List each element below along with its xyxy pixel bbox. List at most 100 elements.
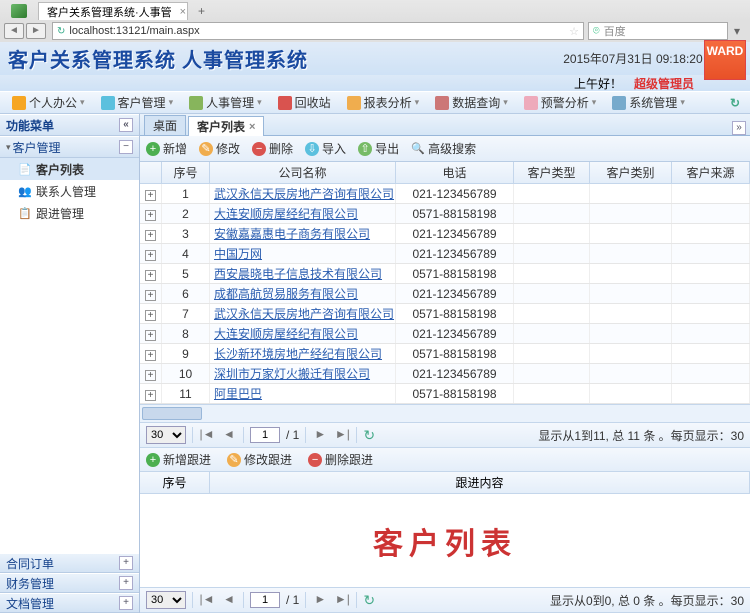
ward-badge[interactable]: WARD (704, 40, 746, 80)
sidebar-group-customer[interactable]: ▾ 客户管理 − (0, 136, 139, 158)
row-expand-icon[interactable]: + (145, 270, 156, 281)
expand-icon[interactable]: + (119, 596, 133, 610)
back-button[interactable]: ◄ (4, 23, 24, 39)
row-expand-icon[interactable]: + (145, 310, 156, 321)
refresh-icon[interactable]: ↻ (730, 96, 744, 110)
follow-add-button[interactable]: +新增跟进 (146, 451, 211, 468)
last-page-icon[interactable]: ►| (334, 427, 350, 443)
company-link[interactable]: 深圳市万家灯火搬迁有限公司 (214, 367, 370, 381)
sidebar-item[interactable]: 👥联系人管理 (0, 180, 139, 202)
menu-alert[interactable]: 预警分析▾ (518, 93, 603, 113)
sidebar-accordion-item[interactable]: 文档管理+ (0, 593, 139, 613)
import-button[interactable]: ⇩导入 (305, 140, 346, 157)
close-tab-icon[interactable]: × (249, 121, 255, 133)
col-company[interactable]: 公司名称 (210, 162, 396, 183)
table-row[interactable]: +11阿里巴巴0571-88158198 (140, 384, 750, 404)
collapse-left-icon[interactable]: « (119, 118, 133, 132)
table-row[interactable]: +1武汉永信天辰房地产咨询有限公司021-123456789 (140, 184, 750, 204)
tree-collapse-icon[interactable]: ▾ (6, 142, 11, 153)
follow-col-seq[interactable]: 序号 (140, 472, 210, 493)
menu-recycle[interactable]: 回收站 (272, 93, 337, 113)
next-page-icon[interactable]: ► (312, 592, 328, 608)
company-link[interactable]: 阿里巴巴 (214, 387, 262, 401)
company-link[interactable]: 大连安顺房屋经纪有限公司 (214, 207, 358, 221)
expand-icon[interactable]: + (119, 576, 133, 590)
sidebar-item[interactable]: 📋跟进管理 (0, 202, 139, 224)
menu-customer[interactable]: 客户管理▾ (95, 93, 180, 113)
new-tab-button[interactable]: + (192, 4, 211, 18)
sidebar-accordion-item[interactable]: 财务管理+ (0, 573, 139, 593)
company-link[interactable]: 武汉永信天辰房地产咨询有限公司 (214, 187, 394, 201)
company-link[interactable]: 武汉永信天辰房地产咨询有限公司 (214, 307, 394, 321)
row-expand-icon[interactable]: + (145, 370, 156, 381)
company-link[interactable]: 大连安顺房屋经纪有限公司 (214, 327, 358, 341)
browser-tab[interactable]: 客户关系管理系统·人事管 × (38, 2, 188, 20)
add-button[interactable]: +新增 (146, 140, 187, 157)
col-type[interactable]: 客户类型 (514, 162, 590, 183)
tab-customer-list[interactable]: 客户列表× (188, 116, 264, 136)
last-page-icon[interactable]: ►| (334, 592, 350, 608)
row-expand-icon[interactable]: + (145, 230, 156, 241)
company-link[interactable]: 西安晨晓电子信息技术有限公司 (214, 267, 382, 281)
first-page-icon[interactable]: |◄ (199, 427, 215, 443)
edit-button[interactable]: ✎修改 (199, 140, 240, 157)
col-source[interactable]: 客户来源 (672, 162, 750, 183)
next-page-icon[interactable]: ► (312, 427, 328, 443)
table-row[interactable]: +4中国万网021-123456789 (140, 244, 750, 264)
tab-desktop[interactable]: 桌面 (144, 115, 186, 135)
row-expand-icon[interactable]: + (145, 330, 156, 341)
follow-col-content[interactable]: 跟进内容 (210, 472, 750, 493)
browser-menu-icon[interactable]: ▾ (728, 24, 746, 38)
row-expand-icon[interactable]: + (145, 350, 156, 361)
sidebar-item[interactable]: 📄客户列表 (0, 158, 139, 180)
current-user[interactable]: 超级管理员 (634, 75, 694, 92)
table-row[interactable]: +5西安晨晓电子信息技术有限公司0571-88158198 (140, 264, 750, 284)
follow-edit-button[interactable]: ✎修改跟进 (227, 451, 292, 468)
address-bar[interactable]: ↻ localhost:13121/main.aspx ☆ (52, 22, 584, 40)
adv-search-button[interactable]: 🔍高级搜索 (411, 140, 476, 157)
row-expand-icon[interactable]: + (145, 250, 156, 261)
page-size-select[interactable]: 30 (146, 591, 186, 609)
refresh-icon[interactable]: ↻ (363, 592, 375, 609)
first-page-icon[interactable]: |◄ (199, 592, 215, 608)
table-row[interactable]: +9长沙新环境房地产经纪有限公司0571-88158198 (140, 344, 750, 364)
row-expand-icon[interactable]: + (145, 190, 156, 201)
expand-icon[interactable]: + (119, 556, 133, 570)
prev-page-icon[interactable]: ◄ (221, 592, 237, 608)
company-link[interactable]: 安徽嘉嘉惠电子商务有限公司 (214, 227, 370, 241)
menu-query[interactable]: 数据查询▾ (429, 93, 514, 113)
table-row[interactable]: +2大连安顺房屋经纪有限公司0571-88158198 (140, 204, 750, 224)
row-expand-icon[interactable]: + (145, 210, 156, 221)
company-link[interactable]: 成都高航贸易服务有限公司 (214, 287, 358, 301)
sidebar-accordion-item[interactable]: 合同订单+ (0, 553, 139, 573)
forward-button[interactable]: ► (26, 23, 46, 39)
table-row[interactable]: +10深圳市万家灯火搬迁有限公司021-123456789 (140, 364, 750, 384)
table-row[interactable]: +7武汉永信天辰房地产咨询有限公司0571-88158198 (140, 304, 750, 324)
row-expand-icon[interactable]: + (145, 290, 156, 301)
company-link[interactable]: 长沙新环境房地产经纪有限公司 (214, 347, 382, 361)
group-collapse-icon[interactable]: − (119, 140, 133, 154)
menu-report[interactable]: 报表分析▾ (341, 93, 426, 113)
row-expand-icon[interactable]: + (145, 390, 156, 401)
table-row[interactable]: +3安徽嘉嘉惠电子商务有限公司021-123456789 (140, 224, 750, 244)
menu-system[interactable]: 系统管理▾ (606, 93, 691, 113)
menu-personal[interactable]: 个人办公▾ (6, 93, 91, 113)
menu-hr[interactable]: 人事管理▾ (183, 93, 268, 113)
table-row[interactable]: +6成都高航贸易服务有限公司021-123456789 (140, 284, 750, 304)
page-input[interactable] (250, 592, 280, 608)
page-size-select[interactable]: 30 (146, 426, 186, 444)
col-tel[interactable]: 电话 (396, 162, 514, 183)
delete-button[interactable]: −删除 (252, 140, 293, 157)
expand-right-icon[interactable]: » (732, 121, 746, 135)
scrollbar-thumb[interactable] (142, 407, 202, 420)
export-button[interactable]: ⇧导出 (358, 140, 399, 157)
page-input[interactable] (250, 427, 280, 443)
refresh-icon[interactable]: ↻ (363, 427, 375, 444)
close-tab-icon[interactable]: × (180, 6, 186, 18)
col-category[interactable]: 客户类别 (590, 162, 672, 183)
bookmark-icon[interactable]: ☆ (569, 25, 579, 38)
col-seq[interactable]: 序号 (162, 162, 210, 183)
h-scrollbar[interactable] (140, 404, 750, 422)
prev-page-icon[interactable]: ◄ (221, 427, 237, 443)
reload-icon[interactable]: ↻ (57, 26, 65, 37)
